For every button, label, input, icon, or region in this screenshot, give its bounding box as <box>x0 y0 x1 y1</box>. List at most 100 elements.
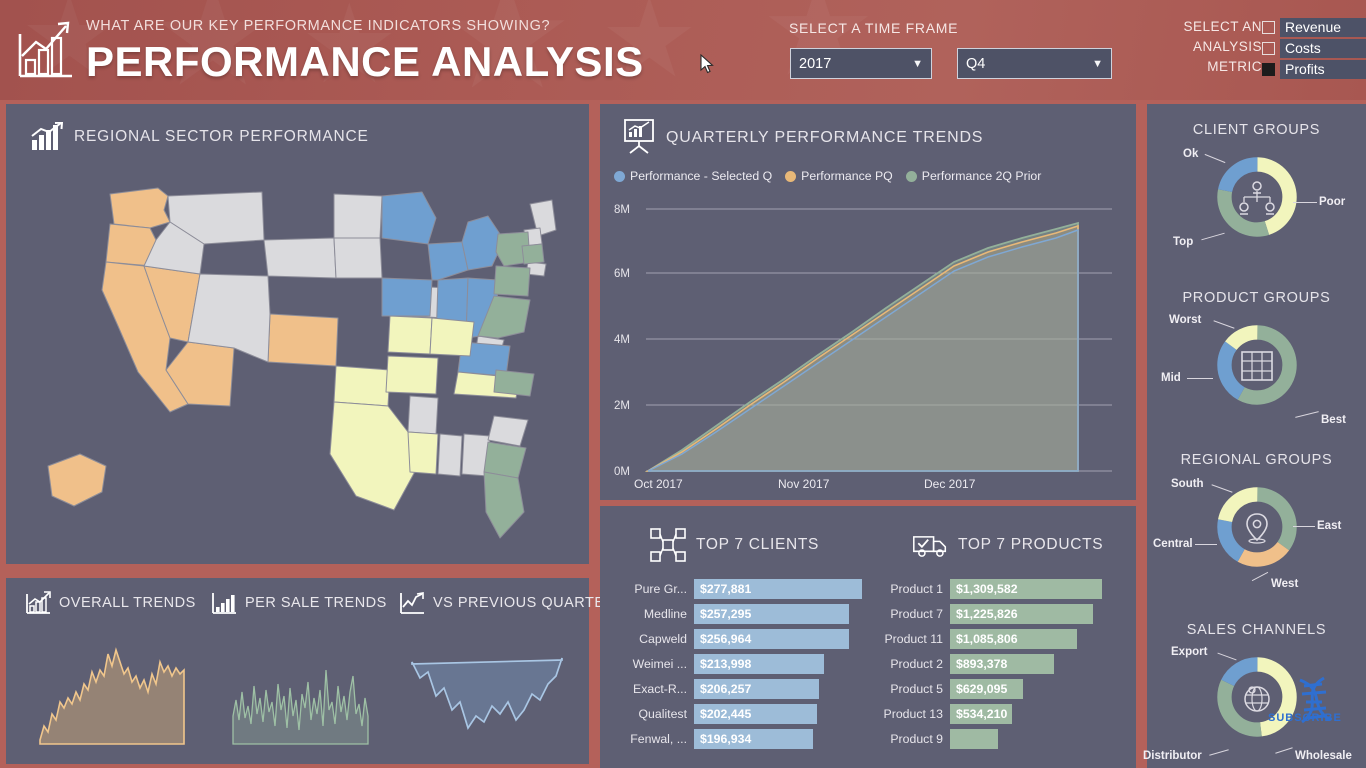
table-row[interactable]: Qualitest $202,445 <box>612 703 872 724</box>
products-rows: Product 1 $1,309,582 Product 7 $1,225,82… <box>872 578 1128 753</box>
overall-trends-label: OVERALL TRENDS <box>59 595 196 611</box>
table-row[interactable]: Product 9 <box>872 728 1128 749</box>
state-ne <box>381 277 433 317</box>
dashboard-root: ★ ★ ★ ★ ★ ★ WHAT ARE OUR KEY PERFORMANCE… <box>0 0 1366 768</box>
table-row[interactable]: Medline $257,295 <box>612 603 872 624</box>
sales-channels-label-export: Export <box>1171 646 1208 658</box>
groups-sidebar: CLIENT GROUPS Ok Poor Top PRODUCT GROUPS… <box>1143 104 1366 768</box>
top-products-title: TOP 7 PRODUCTS <box>958 536 1104 553</box>
bar-chart-growth-icon <box>18 21 72 78</box>
year-dropdown[interactable]: 2017 ▼ <box>790 48 932 79</box>
state-mn <box>381 191 437 245</box>
legend-item-pq[interactable]: Performance PQ <box>785 169 893 183</box>
y-tick-0m: 0M <box>614 466 630 478</box>
state-ar <box>407 395 439 435</box>
state-ma <box>521 243 545 265</box>
per-sale-trends-sparkline <box>232 669 369 745</box>
metric-option-costs[interactable]: Costs <box>1262 38 1366 58</box>
checkbox-icon[interactable] <box>1262 20 1275 34</box>
table-row[interactable]: Exact-R... $206,257 <box>612 678 872 699</box>
metric-option-revenue[interactable]: Revenue <box>1262 17 1366 37</box>
table-row[interactable]: Weimei ... $213,998 <box>612 653 872 674</box>
us-choropleth-map[interactable] <box>18 166 578 554</box>
map-panel-title: REGIONAL SECTOR PERFORMANCE <box>74 128 369 145</box>
product-groups-section[interactable]: PRODUCT GROUPS Worst Mid Best <box>1147 290 1366 434</box>
client-groups-label-poor: Poor <box>1319 196 1346 208</box>
client-groups-label-ok: Ok <box>1183 148 1199 160</box>
checkbox-icon[interactable] <box>1262 41 1275 55</box>
line-chart-icon <box>400 592 424 614</box>
state-nd <box>333 193 383 239</box>
leader-line <box>1195 544 1217 545</box>
checkbox-checked-icon[interactable] <box>1262 62 1275 76</box>
overall-trends-header[interactable]: OVERALL TRENDS <box>24 590 196 616</box>
table-row[interactable]: Capweld $256,964 <box>612 628 872 649</box>
legend-item-2q-prior[interactable]: Performance 2Q Prior <box>905 169 1041 183</box>
bar-chart-icon <box>212 593 236 614</box>
x-tick-nov: Nov 2017 <box>778 477 830 488</box>
timeframe-label: SELECT A TIME FRAME <box>789 20 959 36</box>
regional-groups-label-west: West <box>1271 578 1299 590</box>
clients-rows: Pure Gr... $277,881 Medline $257,295 Cap… <box>612 578 872 753</box>
vs-previous-quarter-sparkline <box>411 657 563 730</box>
regional-groups-label-south: South <box>1171 478 1204 490</box>
per-sale-trends-header[interactable]: PER SALE TRENDS <box>210 590 387 616</box>
metric-checkbox-list: Revenue Costs Profits <box>1262 17 1366 80</box>
sales-channels-label-distributor: Distributor <box>1143 750 1202 762</box>
presentation-chart-icon <box>624 119 654 154</box>
regional-groups-title: REGIONAL GROUPS <box>1180 452 1333 468</box>
top-products-header: TOP 7 PRODUCTS <box>912 528 1103 562</box>
state-ak <box>47 453 107 507</box>
table-row[interactable]: Product 13 $534,210 <box>872 703 1128 724</box>
y-tick-4m: 4M <box>614 334 630 346</box>
quarter-dropdown[interactable]: Q4 ▼ <box>957 48 1112 79</box>
leader-line <box>1295 411 1319 418</box>
table-row[interactable]: Product 11 $1,085,806 <box>872 628 1128 649</box>
leader-line <box>1275 747 1293 754</box>
quarterly-performance-trends-panel[interactable]: QUARTERLY PERFORMANCE TRENDS Performance… <box>600 104 1136 500</box>
vs-previous-quarter-header[interactable]: VS PREVIOUS QUARTER <box>398 590 615 616</box>
state-ms <box>437 433 463 477</box>
state-pa <box>493 265 531 297</box>
state-fl <box>483 471 525 539</box>
y-tick-2m: 2M <box>614 400 630 412</box>
leader-line <box>1293 202 1317 203</box>
leader-line <box>1187 378 1213 379</box>
regional-sector-performance-panel[interactable]: REGIONAL SECTOR PERFORMANCE <box>6 104 589 564</box>
product-groups-label-mid: Mid <box>1161 372 1181 384</box>
table-row[interactable]: Fenwal, ... $196,934 <box>612 728 872 749</box>
product-groups-label-worst: Worst <box>1169 314 1202 326</box>
trend-up-chart-icon <box>26 591 51 614</box>
table-row[interactable]: Pure Gr... $277,881 <box>612 578 872 599</box>
x-tick-oct: Oct 2017 <box>634 477 683 488</box>
table-row[interactable]: Product 1 $1,309,582 <box>872 578 1128 599</box>
per-sale-trends-label: PER SALE TRENDS <box>245 595 387 611</box>
client-groups-section[interactable]: CLIENT GROUPS Ok Poor Top <box>1147 122 1366 266</box>
state-mo <box>429 317 475 357</box>
sales-channels-label-wholesale: Wholesale <box>1295 750 1352 762</box>
quarterly-area-chart[interactable]: 8M 6M 4M 2M 0M Oct 2017 Nov 2017 Dec 201… <box>612 192 1124 488</box>
vs-previous-quarter-label: VS PREVIOUS QUARTER <box>433 595 616 611</box>
legend-item-selected-q[interactable]: Performance - Selected Q <box>614 169 772 183</box>
table-row[interactable]: Product 7 $1,225,826 <box>872 603 1128 624</box>
top-clients-header: TOP 7 CLIENTS <box>650 528 819 562</box>
quarter-dropdown-value: Q4 <box>966 55 986 72</box>
leader-line <box>1209 749 1229 756</box>
metric-selector-label: SELECT AN ANALYSIS METRIC <box>1183 19 1262 74</box>
state-sd <box>333 237 383 279</box>
table-row[interactable]: Product 5 $629,095 <box>872 678 1128 699</box>
subscribe-watermark-text: SUBSCRIBE <box>1268 712 1342 724</box>
year-dropdown-value: 2017 <box>799 55 832 72</box>
chart-legend: Performance - Selected Q Performance PQ … <box>614 169 1041 183</box>
delivery-truck-icon <box>913 536 947 557</box>
regional-groups-section[interactable]: REGIONAL GROUPS South East Central West <box>1147 452 1366 596</box>
trends-panel[interactable]: OVERALL TRENDS PER SALE TRENDS VS PREVIO… <box>6 578 615 764</box>
org-chart-people-icon <box>1239 181 1275 215</box>
header-question: WHAT ARE OUR KEY PERFORMANCE INDICATORS … <box>86 18 551 34</box>
metric-option-profits[interactable]: Profits <box>1262 59 1366 79</box>
top-lists-panel[interactable]: TOP 7 CLIENTS TOP 7 PRODUCTS Pure Gr... … <box>600 506 1136 768</box>
y-tick-6m: 6M <box>614 268 630 280</box>
regional-groups-label-central: Central <box>1153 538 1193 550</box>
table-row[interactable]: Product 2 $893,378 <box>872 653 1128 674</box>
sales-channels-section[interactable]: SALES CHANNELS Export Distributor Wholes… <box>1143 622 1366 766</box>
